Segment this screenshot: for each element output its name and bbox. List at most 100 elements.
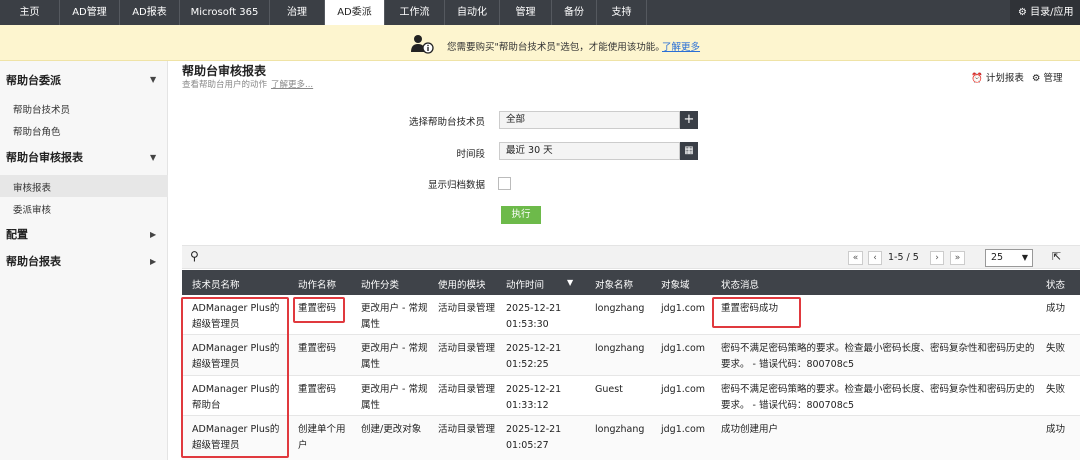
cell-message: 成功创建用户 — [721, 424, 779, 435]
search-icon[interactable]: ⚲ — [190, 249, 199, 263]
cell-time: 2025-12-21 01:52:25 — [506, 343, 562, 370]
cell-module: 活动目录管理 — [438, 303, 496, 314]
learn-more-link[interactable]: 了解更多... — [271, 80, 313, 90]
banner-message: 您需要购买"帮助台技术员"选包，才能使用该功能。 — [447, 42, 665, 53]
tab-admin[interactable]: 管理 — [500, 0, 552, 25]
col-time[interactable]: 动作时间 — [506, 277, 544, 291]
tab-ad-reports[interactable]: AD报表 — [120, 0, 180, 25]
tab-support[interactable]: 支持 — [597, 0, 647, 25]
sidebar-item-audit-report[interactable]: 审核报表 — [13, 180, 51, 194]
sidebar-item-delegation-audit[interactable]: 委派审核 — [13, 202, 51, 216]
chevron-right-icon[interactable]: ▶ — [150, 257, 156, 266]
export-icon[interactable]: ⇱ — [1052, 250, 1061, 263]
tab-microsoft-365[interactable]: Microsoft 365 — [180, 0, 270, 25]
chevron-down-icon[interactable]: ▼ — [150, 153, 156, 162]
tab-workflow[interactable]: 工作流 — [385, 0, 445, 25]
table-row[interactable]: ADManager Plus的超级管理员 创建单个用户 创建/更改对象 活动目录… — [182, 416, 1080, 460]
cell-action: 重置密码 — [298, 343, 337, 354]
run-button[interactable]: 执行 — [501, 206, 541, 224]
chevron-down-icon: ▼ — [1021, 253, 1028, 262]
cell-domain: jdg1.com — [661, 343, 706, 354]
sidebar-section-helpdesk-delegation[interactable]: 帮助台委派 — [6, 72, 61, 88]
per-page-select[interactable]: 25 ▼ — [985, 249, 1033, 267]
sidebar: 帮助台委派 ▼ 帮助台技术员 帮助台角色 帮助台审核报表 ▼ 审核报表 委派审核… — [0, 61, 168, 460]
calendar-icon[interactable]: ▦ — [680, 142, 698, 160]
banner-learn-more-link[interactable]: 了解更多 — [662, 39, 700, 53]
manage-label: 管理 — [1043, 73, 1063, 84]
manage-button[interactable]: ⚙ 管理 — [1032, 70, 1063, 84]
period-select[interactable]: 最近 30 天 — [499, 142, 680, 160]
cell-module: 活动目录管理 — [438, 424, 496, 435]
directory-apps-label: 目录/应用 — [1030, 7, 1074, 18]
cell-message: 密码不满足密码策略的要求。检查最小密码长度、密码复杂性和密码历史的要求。 - 错… — [721, 384, 1035, 411]
col-technician[interactable]: 技术员名称 — [192, 277, 240, 291]
archive-checkbox[interactable] — [498, 177, 511, 190]
cell-status: 失败 — [1046, 343, 1066, 354]
col-message[interactable]: 状态消息 — [721, 277, 759, 291]
license-banner: 您需要购买"帮助台技术员"选包，才能使用该功能。 了解更多 — [0, 25, 1080, 61]
page-range: 1-5 / 5 — [888, 252, 919, 263]
page-subtitle: 查看帮助台用户的动作 了解更多... — [182, 78, 313, 90]
cell-category: 更改用户 - 常规属性 — [361, 384, 428, 411]
tab-governance[interactable]: 治理 — [270, 0, 325, 25]
col-module[interactable]: 使用的模块 — [438, 277, 486, 291]
schedule-label: 计划报表 — [985, 73, 1024, 84]
col-action[interactable]: 动作名称 — [298, 277, 336, 291]
tab-ad-delegation[interactable]: AD委派 — [325, 0, 385, 25]
sidebar-section-helpdesk-reports[interactable]: 帮助台报表 — [6, 253, 61, 269]
sidebar-section-config[interactable]: 配置 — [6, 226, 28, 242]
highlight-action — [293, 297, 345, 323]
cell-domain: jdg1.com — [661, 303, 706, 314]
cell-domain: jdg1.com — [661, 424, 706, 435]
per-page-value: 25 — [991, 252, 1004, 263]
sidebar-section-audit-reports[interactable]: 帮助台审核报表 — [6, 149, 83, 165]
prev-page-button[interactable]: ‹ — [868, 251, 882, 265]
sidebar-item-helpdesk-technicians[interactable]: 帮助台技术员 — [13, 102, 70, 116]
archive-label: 显示归档数据 — [427, 180, 485, 191]
cell-object: longzhang — [595, 343, 645, 354]
first-page-button[interactable]: « — [848, 251, 863, 265]
table-toolbar: ⚲ « ‹ 1-5 / 5 › » 25 ▼ ⇱ — [182, 245, 1080, 269]
schedule-report-button[interactable]: ⏰ 计划报表 — [971, 70, 1024, 84]
chevron-down-icon[interactable]: ▼ — [150, 75, 156, 84]
cell-action: 创建单个用户 — [298, 424, 346, 451]
tab-ad-management[interactable]: AD管理 — [60, 0, 120, 25]
table-row[interactable]: ADManager Plus的超级管理员 重置密码 更改用户 - 常规属性 活动… — [182, 335, 1080, 376]
table-header: 技术员名称 动作名称 动作分类 使用的模块 动作时间 ▼ 对象名称 对象域 状态… — [182, 270, 1080, 295]
last-page-button[interactable]: » — [950, 251, 965, 265]
col-status[interactable]: 状态 — [1046, 277, 1065, 291]
cell-domain: jdg1.com — [661, 384, 706, 395]
tab-backup[interactable]: 备份 — [552, 0, 597, 25]
cell-time: 2025-12-21 01:53:30 — [506, 303, 562, 330]
technician-select[interactable]: 全部 — [499, 111, 680, 129]
page-subtitle-text: 查看帮助台用户的动作 — [182, 80, 268, 90]
add-technician-button[interactable]: + — [680, 111, 698, 129]
schedule-icon: ⏰ — [971, 73, 983, 84]
col-domain[interactable]: 对象域 — [661, 277, 690, 291]
next-page-button[interactable]: › — [930, 251, 944, 265]
tab-automation[interactable]: 自动化 — [445, 0, 500, 25]
tab-home[interactable]: 主页 — [0, 0, 60, 25]
page-actions: ⏰ 计划报表 ⚙ 管理 — [971, 70, 1062, 84]
user-info-icon — [411, 35, 434, 54]
top-nav: 主页 AD管理 AD报表 Microsoft 365 治理 AD委派 工作流 自… — [0, 0, 1080, 25]
page-title: 帮助台审核报表 — [182, 64, 267, 78]
directory-apps-button[interactable]: ⚙ 目录/应用 — [1010, 0, 1080, 25]
table-row[interactable]: ADManager Plus的帮助台 重置密码 更改用户 - 常规属性 活动目录… — [182, 376, 1080, 416]
cell-status: 失败 — [1046, 384, 1066, 395]
col-object[interactable]: 对象名称 — [595, 277, 633, 291]
cell-module: 活动目录管理 — [438, 343, 496, 354]
col-category[interactable]: 动作分类 — [361, 277, 399, 291]
cell-object: longzhang — [595, 424, 645, 435]
sidebar-item-helpdesk-roles[interactable]: 帮助台角色 — [13, 124, 61, 138]
cell-category: 更改用户 - 常规属性 — [361, 303, 428, 330]
cell-action: 重置密码 — [298, 384, 337, 395]
highlight-technician-column — [181, 297, 289, 458]
sort-desc-icon[interactable]: ▼ — [567, 278, 573, 287]
chevron-right-icon[interactable]: ▶ — [150, 230, 156, 239]
cell-message: 密码不满足密码策略的要求。检查最小密码长度、密码复杂性和密码历史的要求。 - 错… — [721, 343, 1035, 370]
cell-module: 活动目录管理 — [438, 384, 496, 395]
cell-time: 2025-12-21 01:05:27 — [506, 424, 562, 451]
technician-label: 选择帮助台技术员 — [408, 117, 485, 128]
cell-object: Guest — [595, 384, 623, 395]
